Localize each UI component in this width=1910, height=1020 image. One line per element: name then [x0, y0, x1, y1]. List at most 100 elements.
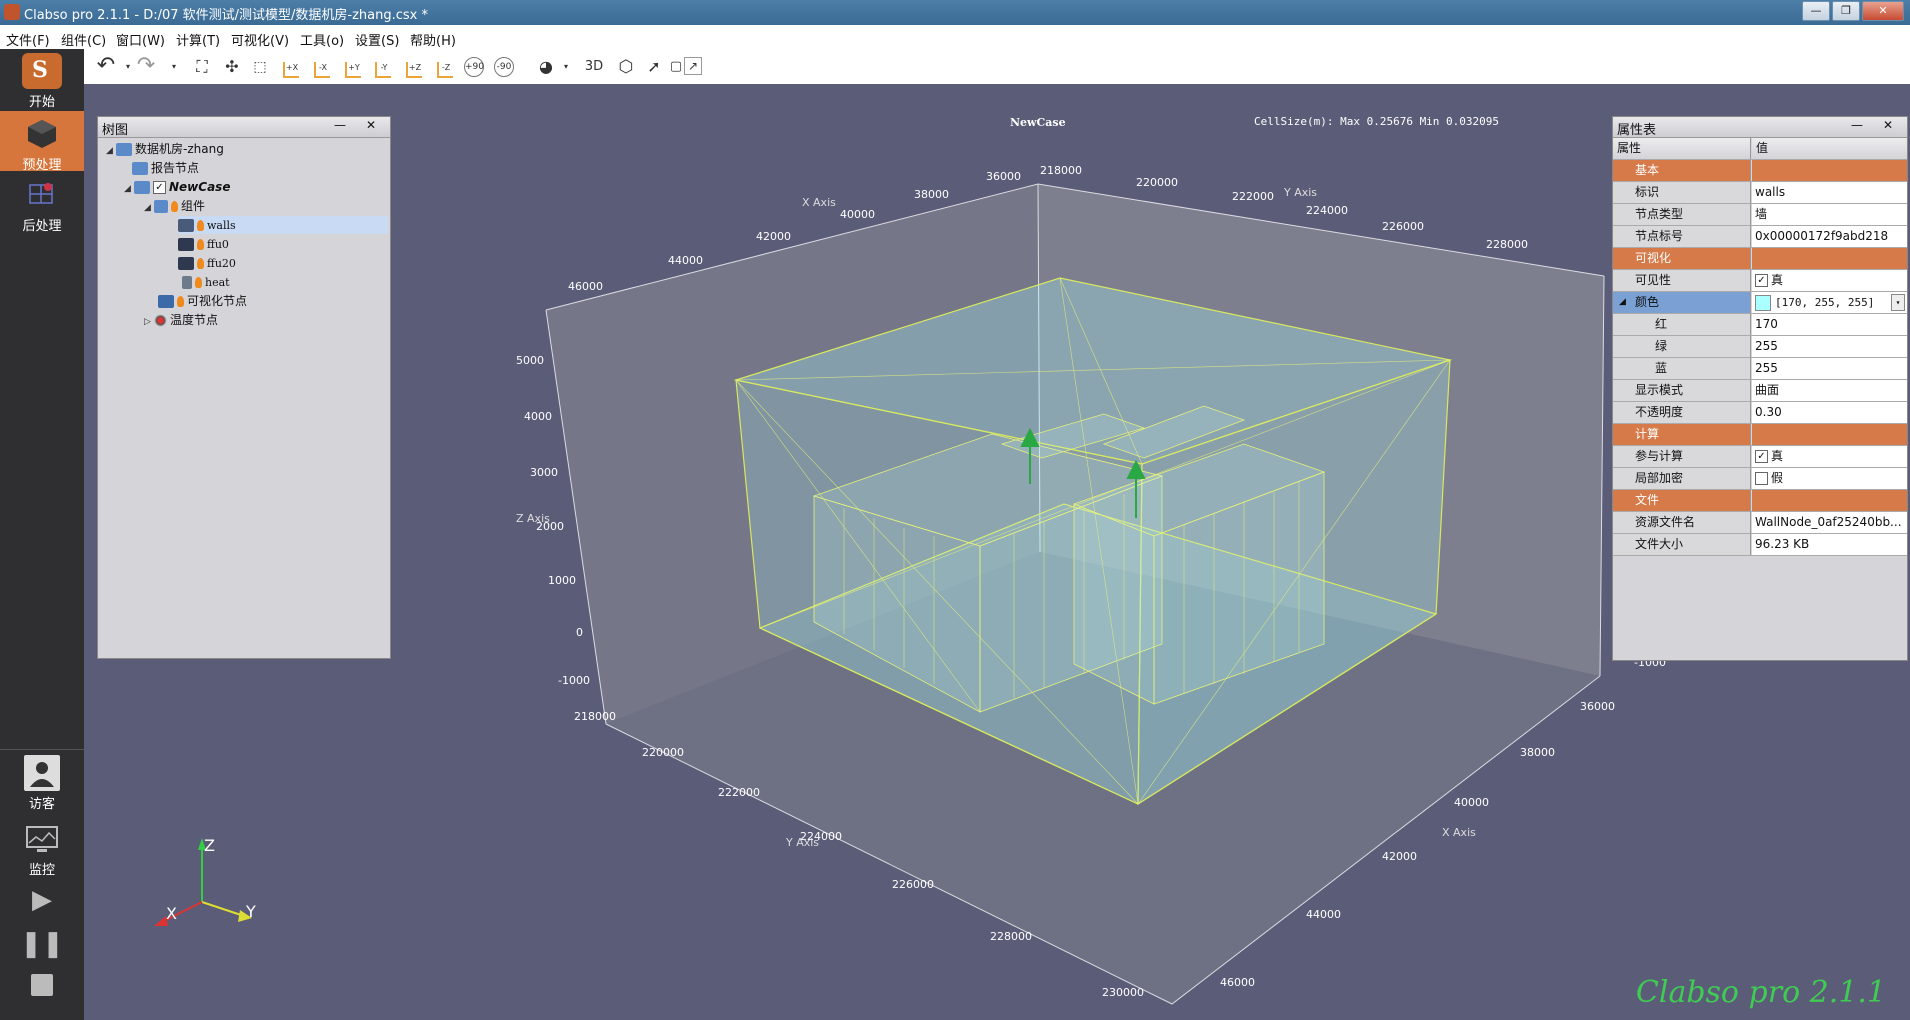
redo-button[interactable]: ↷: [136, 55, 156, 77]
tree-item-report[interactable]: 报告节点: [132, 159, 199, 177]
tree-minimize-button[interactable]: —: [334, 118, 346, 132]
menu-window[interactable]: 窗口(W): [116, 30, 165, 49]
rotate-minus-90-button[interactable]: -90: [494, 57, 514, 77]
tree-item-components[interactable]: ◢ 组件: [144, 197, 205, 215]
select-arrow-icon[interactable]: ➚: [644, 57, 664, 77]
property-row[interactable]: 文件大小 96.23 KB: [1613, 534, 1907, 556]
menu-tools[interactable]: 工具(o): [300, 30, 344, 49]
refine-checkbox[interactable]: [1755, 472, 1768, 485]
palette-icon[interactable]: ◕: [536, 57, 556, 77]
property-row[interactable]: 节点类型墙: [1613, 204, 1907, 226]
view-plus-y-button[interactable]: +Y: [342, 57, 364, 79]
undo-button[interactable]: ↶: [96, 55, 116, 77]
properties-close-button[interactable]: ✕: [1883, 118, 1893, 132]
sidebar-preprocess[interactable]: 预处理: [0, 111, 84, 173]
bulb-icon[interactable]: [195, 277, 202, 288]
property-row[interactable]: 资源文件名 WallNode_0af25240bb...: [1613, 512, 1907, 534]
tree-item-newcase[interactable]: ◢ ✓ NewCase: [124, 178, 230, 196]
tree-item-walls[interactable]: walls: [178, 216, 388, 234]
bulb-icon[interactable]: [197, 258, 204, 269]
property-group-compute[interactable]: 计算: [1613, 424, 1907, 446]
fit-view-icon[interactable]: ⛶: [192, 57, 212, 77]
property-value[interactable]: 0x00000172f9abd218: [1752, 226, 1907, 247]
view-plus-z-button[interactable]: +Z: [403, 57, 425, 79]
property-row[interactable]: 不透明度 0.30: [1613, 402, 1907, 424]
close-button[interactable]: ✕: [1862, 1, 1904, 21]
property-row[interactable]: 显示模式 曲面: [1613, 380, 1907, 402]
view-minus-y-button[interactable]: -Y: [372, 57, 394, 79]
property-value[interactable]: ✓ 真: [1752, 270, 1907, 291]
zoom-all-icon[interactable]: ✣: [222, 57, 242, 77]
rotate-plus-90-button[interactable]: +90: [464, 57, 484, 77]
minimize-button[interactable]: —: [1802, 1, 1830, 21]
property-row[interactable]: 节点标号 0x00000172f9abd218: [1613, 226, 1907, 248]
properties-minimize-button[interactable]: —: [1851, 118, 1863, 132]
property-row[interactable]: 红 170: [1613, 314, 1907, 336]
tree-root[interactable]: ◢ 数据机房-zhang: [106, 140, 224, 158]
property-value[interactable]: 假: [1752, 468, 1907, 489]
property-value[interactable]: [170, 255, 255] ▾: [1752, 292, 1907, 313]
bulb-icon[interactable]: [197, 220, 204, 231]
property-row[interactable]: 局部加密 假: [1613, 468, 1907, 490]
menu-help[interactable]: 帮助(H): [410, 30, 456, 49]
compute-checkbox[interactable]: ✓: [1755, 450, 1768, 463]
property-value[interactable]: 墙: [1752, 204, 1907, 225]
menu-file[interactable]: 文件(F): [6, 30, 50, 49]
expand-icon[interactable]: ▷: [144, 313, 154, 331]
collapse-icon[interactable]: ◢: [106, 142, 116, 160]
collapse-icon[interactable]: ◢: [144, 199, 154, 217]
property-value[interactable]: 曲面: [1752, 380, 1907, 401]
box-select-icon[interactable]: ▢: [666, 57, 686, 77]
property-value[interactable]: 255: [1752, 358, 1907, 379]
property-value[interactable]: 0.30: [1752, 402, 1907, 423]
menu-visualize[interactable]: 可视化(V): [231, 30, 289, 49]
property-value[interactable]: 96.23 KB: [1752, 534, 1907, 555]
sidebar-start[interactable]: S 开始: [0, 53, 84, 110]
menu-component[interactable]: 组件(C): [61, 30, 106, 49]
tree-item-ffu0[interactable]: ffu0: [178, 235, 229, 253]
property-row[interactable]: 标识 walls: [1613, 182, 1907, 204]
property-value[interactable]: ✓ 真: [1752, 446, 1907, 467]
property-row[interactable]: 绿 255: [1613, 336, 1907, 358]
sidebar-guest[interactable]: 访客: [0, 755, 84, 812]
view-3d-button[interactable]: 3D: [584, 57, 604, 77]
tree-item-ffu20[interactable]: ffu20: [178, 254, 236, 272]
sidebar-monitor[interactable]: 监控: [0, 821, 84, 878]
color-dropdown-icon[interactable]: ▾: [1891, 294, 1905, 311]
tree-item-visualization[interactable]: 可视化节点: [158, 292, 247, 310]
play-icon[interactable]: ▶: [0, 885, 84, 915]
view-minus-x-button[interactable]: -X: [311, 57, 333, 79]
sidebar-postprocess[interactable]: 后处理: [0, 177, 84, 234]
zoom-box-icon[interactable]: ⬚: [250, 57, 270, 77]
collapse-icon[interactable]: ◢: [1619, 292, 1626, 313]
bulb-icon[interactable]: [177, 296, 184, 307]
property-group-file[interactable]: 文件: [1613, 490, 1907, 512]
property-group-visualization[interactable]: 可视化: [1613, 248, 1907, 270]
maximize-button[interactable]: ❐: [1832, 1, 1860, 21]
view-plus-x-button[interactable]: +X: [280, 57, 302, 79]
property-value[interactable]: WallNode_0af25240bb...: [1752, 512, 1907, 533]
property-value[interactable]: walls: [1752, 182, 1907, 203]
tree-item-heat[interactable]: heat: [178, 273, 230, 291]
property-group-basic[interactable]: 基本: [1613, 160, 1907, 182]
property-value[interactable]: 170: [1752, 314, 1907, 335]
pause-icon[interactable]: ❚❚: [0, 929, 84, 959]
case-visible-checkbox[interactable]: ✓: [153, 181, 166, 194]
stop-icon[interactable]: [0, 974, 84, 996]
menu-compute[interactable]: 计算(T): [176, 30, 220, 49]
undo-dropdown-icon[interactable]: ▾: [118, 57, 138, 77]
property-row[interactable]: 可见性 ✓ 真: [1613, 270, 1907, 292]
collapse-icon[interactable]: ◢: [124, 180, 134, 198]
property-value[interactable]: 255: [1752, 336, 1907, 357]
menu-settings[interactable]: 设置(S): [355, 30, 399, 49]
visibility-checkbox[interactable]: ✓: [1755, 274, 1768, 287]
property-row[interactable]: 蓝 255: [1613, 358, 1907, 380]
property-row[interactable]: 参与计算 ✓ 真: [1613, 446, 1907, 468]
redo-dropdown-icon[interactable]: ▾: [164, 57, 184, 77]
bulb-icon[interactable]: [197, 239, 204, 250]
palette-dropdown-icon[interactable]: ▾: [556, 57, 576, 77]
view-minus-z-button[interactable]: -Z: [434, 57, 456, 79]
cube-view-icon[interactable]: ⬡: [616, 57, 636, 77]
property-row-color[interactable]: ◢ 颜色 [170, 255, 255] ▾: [1613, 292, 1907, 314]
tree-close-button[interactable]: ✕: [366, 118, 376, 132]
